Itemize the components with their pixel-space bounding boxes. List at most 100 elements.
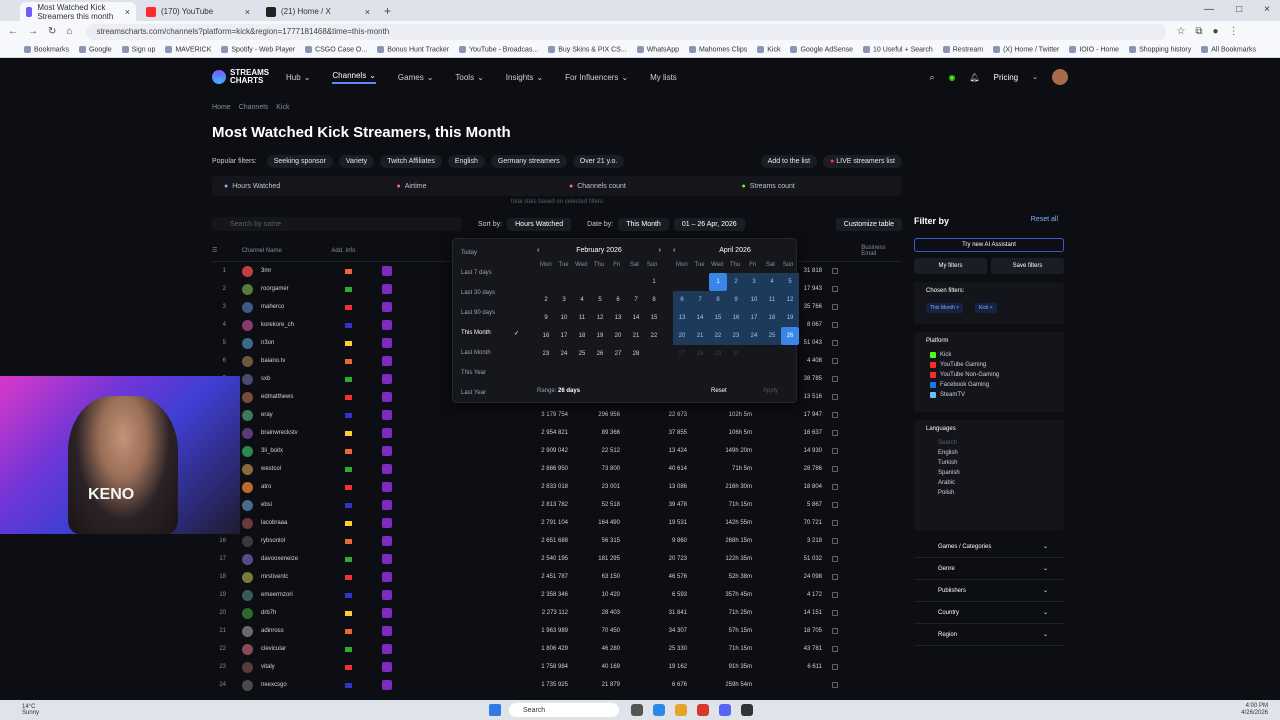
bookmark-item[interactable]: Shopping history [1129,45,1191,53]
reset-all-button[interactable]: Reset all [1031,216,1058,223]
new-tab-icon[interactable]: + [384,4,391,18]
bookmark-item[interactable]: Spotify - Web Player [221,45,295,53]
calendar-day[interactable]: 7 [691,291,709,309]
channel-name[interactable]: vitaly [261,664,341,670]
nav-tools[interactable]: Tools ⌄ [455,71,483,84]
popular-filter-chip[interactable]: Over 21 y.o. [572,154,625,168]
channel-name[interactable]: emeermzori [261,592,341,598]
close-icon[interactable]: × [365,7,370,17]
channel-avatar[interactable] [242,283,253,295]
channel-name[interactable]: westcol [261,466,341,472]
channel-avatar[interactable] [242,373,253,385]
bookmark-item[interactable]: MAVERICK [165,45,211,53]
calendar-day[interactable]: 6 [673,291,691,309]
reset-button[interactable]: Reset [711,388,727,394]
channel-avatar[interactable] [242,445,253,457]
table-row[interactable]: 13atro2 833 01823 00113 086216h 30m18 80… [212,478,902,496]
calendar-day[interactable]: 12 [591,309,609,327]
bookmark-item[interactable]: Sign up [121,45,155,53]
discord-icon[interactable] [719,704,732,716]
table-row[interactable]: 19 emeermzori 2 358 346 10 420 6 593 357h 45m… [212,586,902,604]
add-to-list-button[interactable]: Add to the list [760,154,818,168]
start-button-icon[interactable] [489,704,502,716]
obs-icon[interactable] [741,704,754,716]
calendar-day[interactable]: 12 [781,291,799,309]
chosen-filter-tag[interactable]: This Month × [926,303,964,313]
weather-widget[interactable]: 14°C Sunny [22,704,39,716]
save-filters-button[interactable]: Save filters [991,258,1064,274]
explorer-icon[interactable] [675,704,688,716]
date-preset[interactable]: This Year [461,363,523,383]
table-row[interactable]: 17 davooxeneize 2 540 195 181 295 20 723 122h… [212,550,902,568]
channel-avatar[interactable] [242,481,253,493]
table-row[interactable]: 18 mrstiventc 2 451 787 63 150 46 576 52h 38m… [212,568,902,586]
calendar-day[interactable]: 8 [709,291,727,309]
back-icon[interactable]: ← [8,26,18,37]
table-row[interactable]: 20 drb7h 2 273 112 28 403 31 841 71h 25m 14 15… [212,604,902,622]
calendar-day[interactable]: 21 [627,327,645,345]
calendar-day[interactable]: 2 [727,273,745,291]
bookmark-item[interactable]: Buy Skins & PIX CS... [548,45,627,53]
language-option[interactable]: Turkish [914,458,1064,468]
date-select[interactable]: This Month [618,217,669,231]
channel-name[interactable]: atro [261,484,341,490]
popular-filter-chip[interactable]: Twitch Affiliates [380,154,442,168]
bookmark-item[interactable]: Mahomes Clips [688,45,747,53]
platform-option[interactable]: YouTube Non-Gaming [914,370,1064,380]
calendar-day[interactable]: 9 [537,309,555,327]
close-icon[interactable]: × [125,7,130,17]
filter-section[interactable]: Region ⌄ [914,624,1064,646]
browser-tab[interactable]: Most Watched Kick Streamers this month × [20,2,136,21]
calendar-day[interactable]: 23 [537,345,555,363]
breadcrumb-item[interactable]: Channels [239,104,269,111]
extensions-icon[interactable]: ⧉ [1195,26,1202,37]
forward-icon[interactable]: → [28,26,38,37]
table-row[interactable]: 23 vitaly 1 758 984 40 169 19 162 91h 35m 6 61… [212,658,902,676]
calendar-day[interactable]: 29 [709,345,727,363]
calendar-day[interactable]: 10 [745,291,763,309]
calendar-day[interactable]: 19 [781,309,799,327]
channel-name[interactable]: 3mr [261,268,341,274]
channel-avatar[interactable] [242,643,253,655]
channel-name[interactable]: adinross [261,628,341,634]
calendar-day[interactable]: 10 [555,309,573,327]
calendar-day[interactable]: 25 [573,345,591,363]
ai-assistant-button[interactable]: Try new AI Assistant [914,238,1064,252]
channel-avatar[interactable] [242,607,253,619]
bookmark-item[interactable]: Bonus Hunt Tracker [377,45,449,53]
popular-filter-chip[interactable]: English [447,154,485,168]
bookmark-item[interactable]: Google AdSense [790,45,853,53]
calendar-day[interactable]: 24 [745,327,763,345]
language-search-input[interactable]: Search [914,438,1064,448]
channel-avatar[interactable] [242,679,253,691]
filter-section[interactable]: Publishers ⌄ [914,580,1064,602]
home-icon[interactable]: ⌂ [66,26,72,37]
calendar-day[interactable]: 15 [709,309,727,327]
my-filters-button[interactable]: My filters [914,258,987,274]
bookmark-item[interactable]: YouTube - Broadcas... [459,45,538,53]
task-view-icon[interactable] [631,704,644,716]
channel-avatar[interactable] [242,661,253,673]
channel-name[interactable]: roorgamer [261,286,341,292]
channel-name[interactable]: rybsonlol [261,538,341,544]
bookmark-star-icon[interactable]: ☆ [1176,26,1185,37]
breadcrumb-item[interactable]: Kick [276,104,289,111]
channel-avatar[interactable] [242,535,253,547]
table-row[interactable]: 22 clevicular 1 806 429 46 280 25 330 71h 15m… [212,640,902,658]
notification-bell-icon[interactable]: 🔔︎ [970,73,980,82]
chrome-icon[interactable] [697,704,710,716]
site-logo[interactable]: STREAMS CHARTS [212,69,270,85]
close-icon[interactable]: × [989,305,993,311]
channel-avatar[interactable] [242,301,253,313]
calendar-day[interactable]: 5 [781,273,799,291]
calendar-day[interactable]: 11 [573,309,591,327]
date-range-button[interactable]: 01 – 26 Apr, 2026 [673,217,745,231]
bookmark-item[interactable]: Kick [757,45,780,53]
date-preset[interactable]: Last 30 days [461,283,523,303]
customize-table-button[interactable]: Customize table [835,217,902,231]
calendar-day[interactable]: 2 [537,291,555,309]
bookmark-item[interactable]: Google [79,45,112,53]
calendar-day[interactable]: 21 [691,327,709,345]
channel-name[interactable]: korekore_ch [261,322,341,328]
calendar-day[interactable]: 17 [745,309,763,327]
